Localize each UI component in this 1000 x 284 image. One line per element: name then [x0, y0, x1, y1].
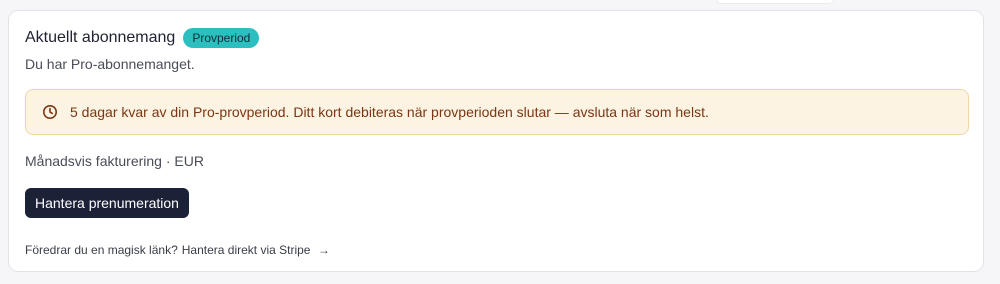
- clock-icon: [42, 104, 58, 120]
- billing-info: Månadsvis fakturering · EUR: [25, 153, 204, 169]
- manage-subscription-button[interactable]: Hantera prenumeration: [25, 188, 189, 218]
- stripe-link-row: Föredrar du en magisk länk? Hantera dire…: [25, 243, 330, 257]
- trial-notice-text: 5 dagar kvar av din Pro-provperiod. Ditt…: [70, 104, 709, 120]
- arrow-right-icon: →: [317, 243, 330, 257]
- current-subscription-card: Aktuellt abonnemang Provperiod Du har Pr…: [8, 10, 984, 272]
- subscription-description: Du har Pro-abonnemanget.: [25, 56, 195, 72]
- magic-link-prompt: Föredrar du en magisk länk?: [25, 243, 178, 257]
- subscription-header: Aktuellt abonnemang Provperiod: [25, 28, 260, 48]
- trial-notice-banner: 5 dagar kvar av din Pro-provperiod. Ditt…: [25, 89, 969, 135]
- top-tab-edge: [716, 0, 834, 4]
- stripe-link-label: Hantera direkt via Stripe: [181, 243, 311, 257]
- trial-status-badge: Provperiod: [183, 28, 260, 48]
- manage-via-stripe-link[interactable]: Hantera direkt via Stripe →: [182, 243, 330, 257]
- subscription-title: Aktuellt abonnemang: [25, 29, 176, 46]
